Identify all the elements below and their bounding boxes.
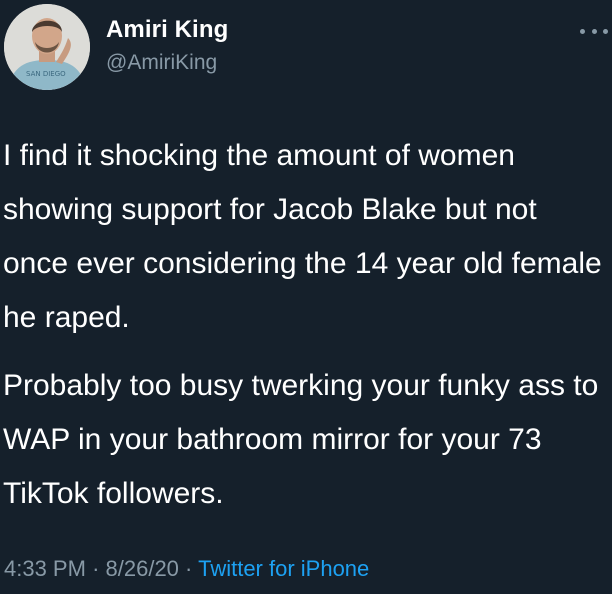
more-horizontal-icon-dot [591, 28, 597, 34]
user-handle[interactable]: @AmiriKing [106, 51, 217, 75]
user-display-name[interactable]: Amiri King [106, 16, 228, 44]
tweet-body: I find it shocking the amount of women s… [3, 129, 609, 521]
tweet-date[interactable]: 8/26/20 [106, 556, 179, 581]
shirt-print: SAN DIEGO [26, 70, 66, 78]
tweet-card: SAN DIEGO Amiri King @AmiriKing I find i… [0, 0, 612, 594]
tweet-time[interactable]: 4:33 PM [4, 556, 86, 581]
meta-separator: · [92, 556, 100, 581]
tweet-metadata: 4:33 PM · 8/26/20 · Twitter for iPhone [4, 556, 369, 582]
meta-separator: · [185, 556, 193, 581]
profile-photo-icon: SAN DIEGO [4, 4, 90, 90]
tweet-paragraph: Probably too busy twerking your funky as… [3, 369, 599, 510]
tweet-paragraph: I find it shocking the amount of women s… [3, 139, 602, 334]
more-horizontal-icon [580, 28, 585, 34]
more-options-button[interactable] [580, 22, 608, 40]
tweet-source-link[interactable]: Twitter for iPhone [198, 556, 369, 581]
more-horizontal-icon-dot [603, 28, 608, 34]
avatar[interactable]: SAN DIEGO [4, 4, 90, 90]
